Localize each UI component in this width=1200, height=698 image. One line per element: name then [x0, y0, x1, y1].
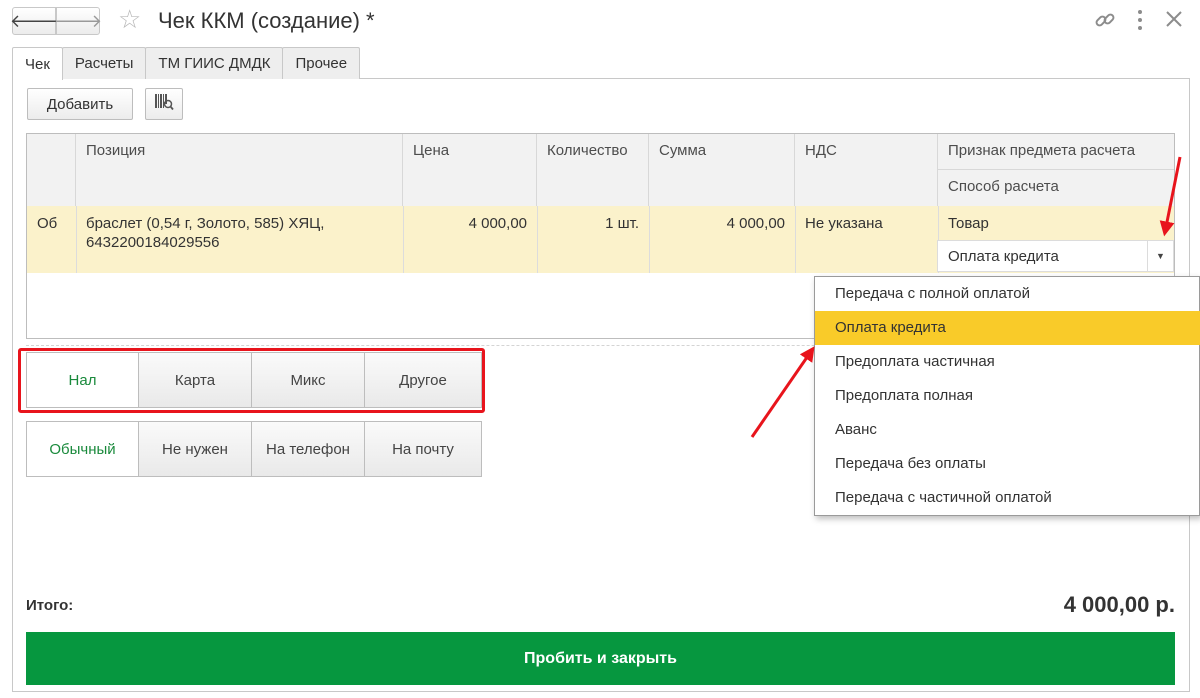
receipt-regular-button[interactable]: Обычный — [26, 421, 139, 477]
tab-giis-dmdk[interactable]: ТМ ГИИС ДМДК — [145, 47, 284, 79]
row-quantity: 1 шт. — [605, 215, 639, 232]
chevron-down-icon[interactable]: ▼ — [1147, 241, 1173, 271]
dropdown-option-partial-prepayment[interactable]: Предоплата частичная — [815, 345, 1200, 379]
payment-method-dropdown: Передача с полной оплатой Оплата кредита… — [814, 276, 1200, 516]
add-button[interactable]: Добавить — [27, 88, 133, 120]
dropdown-option-no-payment[interactable]: Передача без оплаты — [815, 447, 1200, 481]
tab-check[interactable]: Чек — [12, 47, 63, 80]
row-marker: Об — [37, 215, 58, 232]
header-quantity[interactable]: Количество — [537, 134, 649, 206]
row-position-line1: браслет (0,54 г, Золото, 585) ХЯЦ, — [86, 215, 325, 232]
dropdown-option-full-transfer[interactable]: Передача с полной оплатой — [815, 277, 1200, 311]
favorite-star-icon[interactable]: ☆ — [118, 5, 141, 33]
window-title: Чек ККМ (создание) * — [158, 8, 375, 33]
header-method[interactable]: Способ расчета — [938, 170, 1174, 206]
header-price[interactable]: Цена — [403, 134, 537, 206]
arrow-left-icon: 🡐 — [9, 10, 59, 31]
row-subject: Товар — [948, 215, 989, 232]
total-value: 4 000,00 р. — [1063, 592, 1175, 617]
forward-button[interactable]: 🡒 — [53, 7, 103, 35]
print-and-close-button[interactable]: Пробить и закрыть — [26, 632, 1175, 685]
tab-bar: Чек Расчеты ТМ ГИИС ДМДК Прочее — [12, 47, 361, 80]
payment-method-select[interactable]: Оплата кредита ▼ — [937, 240, 1174, 272]
header-position[interactable]: Позиция — [76, 134, 403, 206]
row-sum: 4 000,00 — [726, 215, 785, 232]
dropdown-option-partial-transfer[interactable]: Передача с частичной оплатой — [815, 481, 1200, 515]
barcode-search-button[interactable] — [145, 88, 183, 120]
dropdown-option-full-prepayment[interactable]: Предоплата полная — [815, 379, 1200, 413]
tab-other[interactable]: Прочее — [282, 47, 361, 79]
header-subject[interactable]: Признак предмета расчета — [938, 134, 1174, 170]
header-sum[interactable]: Сумма — [649, 134, 795, 206]
barcode-icon — [154, 93, 174, 115]
row-position-line2: 6432200184029556 — [86, 234, 220, 251]
row-vat: Не указана — [805, 215, 883, 232]
payment-method-value[interactable]: Оплата кредита — [948, 248, 1059, 265]
row-price: 4 000,00 — [468, 215, 527, 232]
arrow-right-icon: 🡒 — [53, 10, 103, 31]
header-marker — [27, 134, 76, 206]
receipt-none-button[interactable]: Не нужен — [138, 421, 252, 477]
close-icon[interactable] — [1164, 9, 1184, 34]
dropdown-option-credit-payment[interactable]: Оплата кредита — [815, 311, 1200, 345]
total-label: Итого: — [26, 597, 74, 614]
back-button[interactable]: 🡐 — [9, 7, 59, 35]
dropdown-option-advance[interactable]: Аванс — [815, 413, 1200, 447]
header-vat[interactable]: НДС — [795, 134, 938, 206]
receipt-phone-button[interactable]: На телефон — [251, 421, 365, 477]
link-icon[interactable] — [1094, 9, 1116, 36]
receipt-email-button[interactable]: На почту — [364, 421, 482, 477]
tab-settlements[interactable]: Расчеты — [61, 47, 147, 79]
annotation-red-frame — [18, 348, 485, 413]
more-options-icon[interactable] — [1136, 8, 1144, 37]
